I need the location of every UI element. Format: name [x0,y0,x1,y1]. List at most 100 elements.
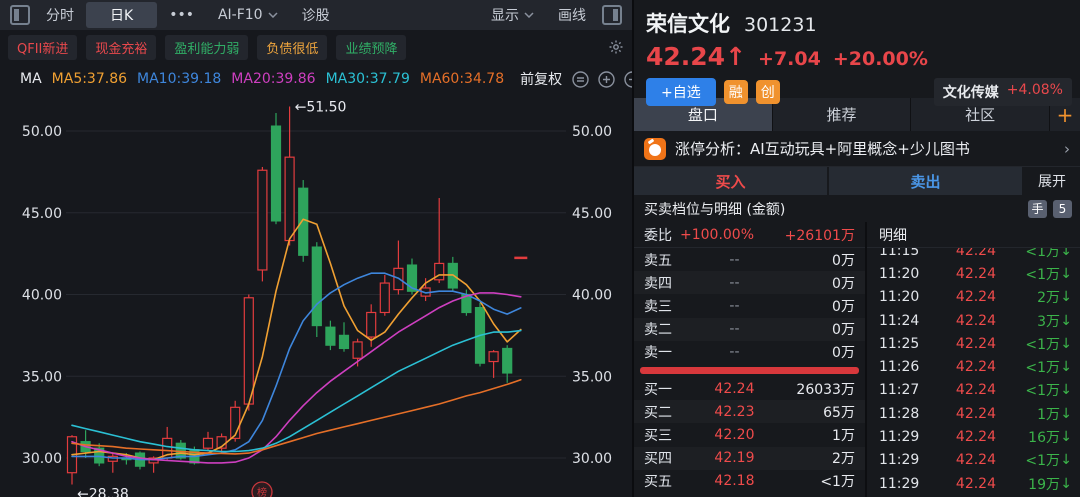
ma-indicator-label[interactable]: MA [20,71,42,87]
sell-button[interactable]: 卖出 [829,167,1022,195]
detail-row: 11:2042.24<1万↓ [867,262,1080,285]
sell-arrow-icon: ↓ [1060,359,1072,375]
limit-up-analysis-icon [644,138,666,160]
quote-header: 荣信文化 301231 42.24↑ +7.04 +20.00% +自选 融 创… [634,0,1080,98]
ma20-value: MA20:39.86 [231,71,315,87]
weibi-value: +100.00% [680,227,754,243]
chart-panel: 分时 日K ••• AI-F10 诊股 显示 画线 QFII新进 现金充裕 盈利… [0,0,632,497]
detail-row: 11:2542.24<1万↓ [867,332,1080,355]
svg-text:35.00: 35.00 [22,369,62,385]
svg-text:40.00: 40.00 [572,288,612,304]
buy-button[interactable]: 买入 [634,167,827,195]
detail-title: 明细 [867,222,1080,248]
bid-row-1[interactable]: 买一42.2426033万 [634,377,865,400]
ma10-value: MA10:39.18 [137,71,221,87]
more-periods-button[interactable]: ••• [157,4,206,26]
order-ladder: 委比 +100.00% +26101万 卖五--0万 卖四--0万 卖三--0万… [634,222,865,497]
tab-ai-f10[interactable]: AI-F10 [206,4,290,26]
detail-row: 11:2942.2419万↓ [867,472,1080,495]
svg-text:50.00: 50.00 [22,124,62,140]
draw-line-button[interactable]: 画线 [546,2,598,28]
detail-row: 11:2042.242万↓ [867,286,1080,309]
candlestick-chart-svg: 50.0050.0045.0045.0040.0040.0035.0035.00… [0,95,632,497]
add-watchlist-button[interactable]: +自选 [646,78,716,106]
weibi-ratio-bar [640,367,859,374]
collapse-right-panel-icon[interactable] [602,5,622,25]
ma-indicator-bar: MA MA5:37.86 MA10:39.18 MA20:39.86 MA30:… [0,62,632,96]
tag-qfii[interactable]: QFII新进 [8,35,77,60]
bid-row-4[interactable]: 买四42.192万 [634,447,865,470]
bid-row-5[interactable]: 买五42.18<1万 [634,470,865,493]
up-arrow-icon: ↑ [725,42,746,71]
sell-arrow-icon: ↓ [1060,266,1072,282]
svg-text:40.00: 40.00 [22,288,62,304]
ma30-value: MA30:37.79 [326,71,410,87]
detail-list[interactable]: 11:1542.24<1万↓ 11:2042.24<1万↓ 11:2042.24… [867,248,1080,497]
ask-row-3[interactable]: 卖三--0万 [634,294,865,317]
detail-row: 11:1542.24<1万↓ [867,248,1080,262]
svg-text:榜: 榜 [257,486,267,497]
weibi-amount: +26101万 [785,225,855,245]
stock-code: 301231 [744,14,817,36]
sector-change: +4.08% [1007,82,1063,102]
chinext-badge[interactable]: 创 [756,80,780,104]
ask-row-2[interactable]: 卖二--0万 [634,318,865,341]
tag-earnings-decline[interactable]: 业绩预降 [336,35,406,60]
sell-arrow-icon: ↓ [1060,248,1072,259]
zoom-in-icon[interactable] [598,71,615,88]
tag-cash-rich[interactable]: 现金充裕 [86,35,156,60]
margin-badge[interactable]: 融 [724,80,748,104]
svg-text:←28.38: ←28.38 [77,486,129,497]
depth-title: 买卖档位与明细 (金额) [644,199,785,219]
sell-arrow-icon: ↓ [1060,406,1072,422]
sell-arrow-icon: ↓ [1060,476,1072,492]
tab-diagnose[interactable]: 诊股 [290,2,342,28]
gear-icon[interactable] [608,39,624,55]
trade-actions: 买入 卖出 展开 [634,167,1080,195]
depth-and-detail: 委比 +100.00% +26101万 卖五--0万 卖四--0万 卖三--0万… [634,222,1080,497]
weibi-row: 委比 +100.00% +26101万 [634,222,865,248]
ask-row-5[interactable]: 卖五--0万 [634,248,865,271]
expand-button[interactable]: 展开 [1024,167,1080,195]
display-menu-button[interactable]: 显示 [479,2,546,28]
quote-panel: 荣信文化 301231 42.24↑ +7.04 +20.00% +自选 融 创… [632,0,1080,497]
svg-text:30.00: 30.00 [22,451,62,467]
adjust-mode-label[interactable]: 前复权 [520,69,562,89]
sell-arrow-icon: ↓ [1060,429,1072,445]
ai-f10-label: AI-F10 [218,7,263,23]
indicator-list-icon[interactable] [572,71,589,88]
sell-arrow-icon: ↓ [1060,452,1072,468]
panel-bar-glyph [14,9,19,21]
tag-low-debt[interactable]: 负债很低 [257,35,327,60]
ask-row-1[interactable]: 卖一--0万 [634,341,865,364]
ask-row-4[interactable]: 卖四--0万 [634,271,865,294]
tab-minute-chart[interactable]: 分时 [34,2,86,28]
depth-section-header: 买卖档位与明细 (金额) 手 5 [634,195,1080,222]
detail-row: 11:2742.24<1万↓ [867,379,1080,402]
stock-tags-row: QFII新进 现金充裕 盈利能力弱 负债很低 业绩预降 [0,30,632,62]
sell-arrow-icon: ↓ [1060,382,1072,398]
chevron-down-icon [524,12,534,18]
bid-row-2[interactable]: 买二42.2365万 [634,400,865,423]
svg-text:50.00: 50.00 [572,124,612,140]
sell-arrow-icon: ↓ [1060,289,1072,305]
ma5-value: MA5:37.86 [52,71,127,87]
sector-chip[interactable]: 文化传媒 +4.08% [934,78,1072,106]
limit-up-analysis-row[interactable]: 涨停分析：AI互动玩具+阿里概念+少儿图书 › [634,131,1080,167]
chart-toolbar: 分时 日K ••• AI-F10 诊股 显示 画线 [0,0,632,30]
price-change: +7.04 [758,48,821,70]
last-price: 42.24↑ [646,42,746,71]
svg-text:←51.50: ←51.50 [295,99,347,115]
sell-arrow-icon: ↓ [1060,336,1072,352]
lots-unit-badge[interactable]: 手 [1028,200,1047,218]
price-change-pct: +20.00% [833,48,928,70]
collapse-left-panel-icon[interactable] [10,5,30,25]
candlestick-chart[interactable]: 50.0050.0045.0045.0040.0040.0035.0035.00… [0,95,632,497]
tag-weak-profit[interactable]: 盈利能力弱 [165,35,248,60]
chevron-right-icon[interactable]: › [1064,140,1070,158]
ma60-value: MA60:34.78 [420,71,504,87]
levels-count-badge[interactable]: 5 [1053,200,1072,218]
svg-text:30.00: 30.00 [572,451,612,467]
tab-daily-k[interactable]: 日K [86,2,157,28]
bid-row-3[interactable]: 买三42.201万 [634,423,865,446]
